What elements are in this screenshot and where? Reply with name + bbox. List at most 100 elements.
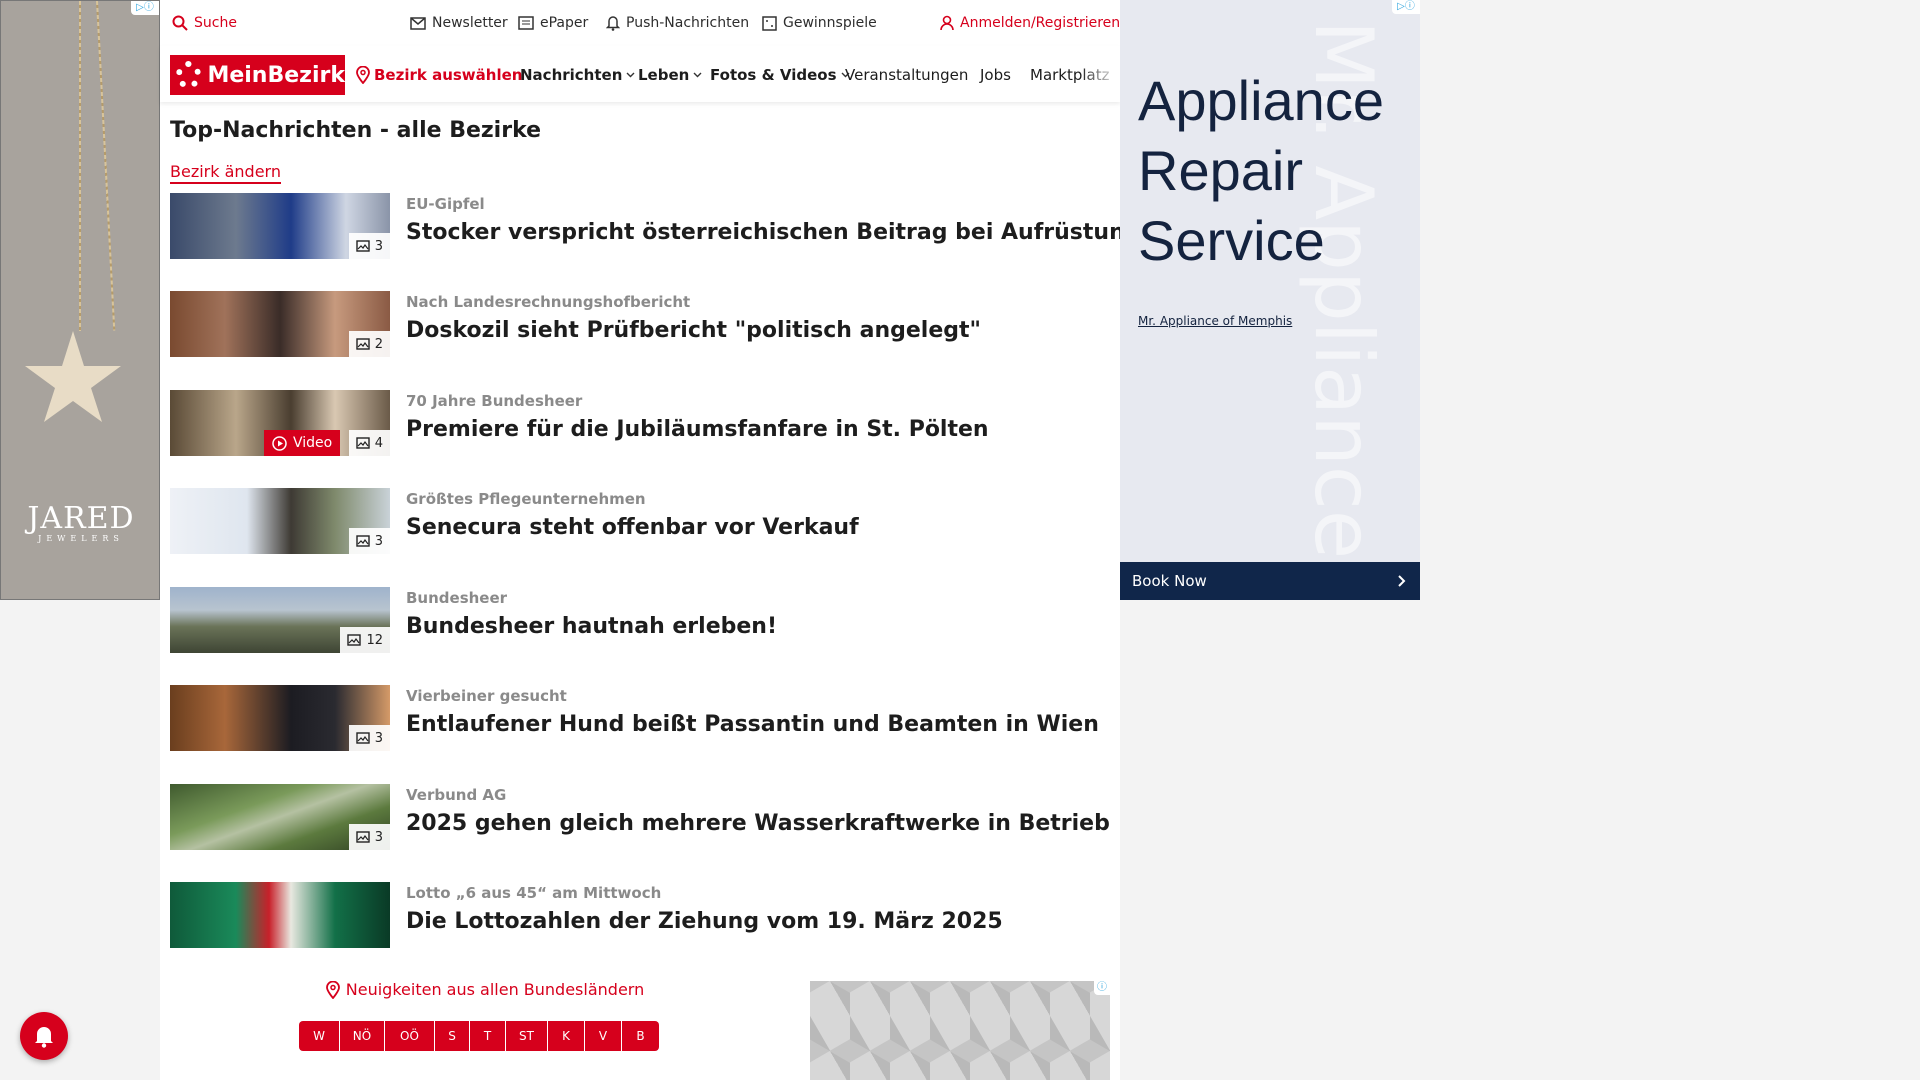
ad-headline: Appliance Repair Service bbox=[1138, 69, 1384, 272]
photo-count-badge: 3 bbox=[348, 824, 390, 850]
ad-cta-label: Book Now bbox=[1132, 572, 1207, 590]
article-headline[interactable]: Doskozil sieht Prüfbericht "politisch an… bbox=[406, 318, 981, 343]
photo-count-badge: 4 bbox=[348, 430, 390, 456]
bottom-ad-placeholder[interactable]: ⓘ bbox=[810, 981, 1110, 1080]
ad-sponsor-link[interactable]: Mr. Appliance of Memphis bbox=[1138, 314, 1292, 328]
epaper-label: ePaper bbox=[540, 15, 589, 31]
image-icon bbox=[356, 338, 370, 350]
article-item[interactable]: 3 Größtes Pflegeunternehmen Senecura ste… bbox=[170, 488, 1110, 556]
article-kicker: EU-Gipfel bbox=[406, 195, 485, 213]
photo-count-badge: 2 bbox=[348, 331, 390, 357]
video-badge[interactable]: Video bbox=[264, 430, 341, 456]
photo-count-badge: 3 bbox=[348, 233, 390, 259]
site-logo[interactable]: MeinBezirk bbox=[170, 55, 345, 95]
play-icon bbox=[272, 435, 287, 451]
regions-heading-label: Neuigkeiten aus allen Bundesländern bbox=[345, 980, 645, 999]
photo-count-badge: 12 bbox=[340, 627, 390, 653]
article-item[interactable]: 12 Bundesheer Bundesheer hautnah erleben… bbox=[170, 587, 1110, 655]
article-headline[interactable]: Stocker verspricht österreichischen Beit… bbox=[406, 220, 1140, 245]
chevron-down-icon bbox=[626, 72, 635, 78]
page-title: Top-Nachrichten - alle Bezirke bbox=[170, 118, 542, 143]
district-select-label: Bezirk auswählen bbox=[374, 66, 523, 84]
newspaper-icon bbox=[518, 16, 534, 30]
adchoices-icon[interactable]: ▷ⓘ bbox=[131, 1, 159, 15]
photo-count: 4 bbox=[374, 435, 383, 451]
change-district-link[interactable]: Bezirk ändern bbox=[170, 162, 281, 184]
login-link[interactable]: Anmelden/Registrieren bbox=[940, 15, 1120, 31]
article-headline[interactable]: Premiere für die Jubiläumsfanfare in St.… bbox=[406, 417, 989, 442]
district-select[interactable]: Bezirk auswählen bbox=[356, 66, 522, 84]
login-label: Anmelden/Registrieren bbox=[960, 15, 1121, 31]
ad-book-now-button[interactable]: Book Now bbox=[1120, 562, 1420, 600]
article-item[interactable]: 3 EU-Gipfel Stocker verspricht österreic… bbox=[170, 193, 1140, 261]
article-item[interactable]: Lotto „6 aus 45“ am Mittwoch Die Lottoza… bbox=[170, 882, 1110, 950]
nav-item-nachrichten[interactable]: Nachrichten bbox=[520, 66, 635, 84]
photo-count: 3 bbox=[374, 533, 383, 549]
adchoices-icon[interactable]: ⓘ bbox=[1094, 981, 1110, 995]
bell-icon bbox=[35, 1027, 53, 1048]
image-icon bbox=[356, 437, 370, 449]
article-kicker: Vierbeiner gesucht bbox=[406, 687, 567, 705]
image-icon bbox=[347, 634, 362, 646]
article-thumbnail[interactable]: 12 bbox=[170, 587, 390, 653]
nav-item-jobs[interactable]: Jobs bbox=[980, 66, 1011, 84]
starfish-pendant-graphic bbox=[25, 331, 121, 422]
region-button-noe[interactable]: NÖ bbox=[340, 1021, 385, 1051]
ad-brand-sub: JEWELERS bbox=[38, 534, 124, 543]
bell-icon bbox=[606, 16, 620, 31]
region-button-ooe[interactable]: OÖ bbox=[385, 1021, 435, 1051]
ad-brand: JARED bbox=[27, 501, 135, 536]
article-thumbnail[interactable]: Video 4 bbox=[170, 390, 390, 456]
article-thumbnail[interactable]: 3 bbox=[170, 488, 390, 554]
main-column: Suche Newsletter ePaper Push-Nachrichten… bbox=[160, 0, 1140, 1080]
notification-bell-button[interactable] bbox=[20, 1012, 68, 1060]
main-navigation: MeinBezirk Bezirk auswählen Nachrichten … bbox=[160, 46, 1120, 102]
region-button-v[interactable]: V bbox=[585, 1021, 622, 1051]
article-item[interactable]: 3 Verbund AG 2025 gehen gleich mehrere W… bbox=[170, 784, 1110, 852]
article-headline[interactable]: Entlaufener Hund beißt Passantin und Bea… bbox=[406, 712, 1099, 737]
article-thumbnail[interactable]: 2 bbox=[170, 291, 390, 357]
left-ad-banner[interactable]: JARED JEWELERS ▷ⓘ bbox=[0, 0, 160, 600]
region-button-b[interactable]: B bbox=[622, 1021, 659, 1051]
article-headline[interactable]: Bundesheer hautnah erleben! bbox=[406, 614, 777, 639]
article-thumbnail[interactable]: 3 bbox=[170, 193, 390, 259]
article-headline[interactable]: Die Lottozahlen der Ziehung vom 19. März… bbox=[406, 909, 1003, 934]
article-item[interactable]: 2 Nach Landesrechnungshofbericht Doskozi… bbox=[170, 291, 1110, 359]
nav-item-leben[interactable]: Leben bbox=[638, 66, 702, 84]
search-icon bbox=[172, 15, 188, 31]
epaper-link[interactable]: ePaper bbox=[518, 15, 588, 31]
logo-sun-icon bbox=[176, 61, 202, 89]
right-ad-banner[interactable]: Mr. Appliance of Appliance Repair Servic… bbox=[1120, 0, 1420, 600]
games-link[interactable]: Gewinnspiele bbox=[762, 15, 877, 31]
article-thumbnail[interactable]: 3 bbox=[170, 685, 390, 751]
region-button-st[interactable]: ST bbox=[506, 1021, 548, 1051]
nav-item-veranstaltungen[interactable]: Veranstaltungen bbox=[845, 66, 968, 84]
article-thumbnail[interactable]: 3 bbox=[170, 784, 390, 850]
nav-item-fotos-videos[interactable]: Fotos & Videos bbox=[710, 66, 850, 84]
article-item[interactable]: 3 Vierbeiner gesucht Entlaufener Hund be… bbox=[170, 685, 1110, 753]
newsletter-link[interactable]: Newsletter bbox=[410, 15, 508, 31]
top-utility-bar: Suche Newsletter ePaper Push-Nachrichten… bbox=[160, 0, 1120, 46]
article-kicker: Verbund AG bbox=[406, 786, 507, 804]
necklace-chain-graphic bbox=[79, 1, 81, 331]
image-icon bbox=[356, 240, 370, 252]
article-headline[interactable]: 2025 gehen gleich mehrere Wasserkraftwer… bbox=[406, 811, 1110, 836]
article-thumbnail[interactable] bbox=[170, 882, 390, 948]
nav-item-label: Nachrichten bbox=[520, 66, 623, 84]
newsletter-label: Newsletter bbox=[432, 15, 508, 31]
region-button-t[interactable]: T bbox=[470, 1021, 506, 1051]
article-item[interactable]: Video 4 70 Jahre Bundesheer Premiere für… bbox=[170, 390, 1110, 458]
region-button-s[interactable]: S bbox=[435, 1021, 470, 1051]
regions-heading: Neuigkeiten aus allen Bundesländern bbox=[320, 980, 650, 999]
search-link[interactable]: Suche bbox=[172, 15, 237, 31]
push-link[interactable]: Push-Nachrichten bbox=[606, 15, 749, 31]
photo-count-badge: 3 bbox=[348, 528, 390, 554]
article-kicker: Größtes Pflegeunternehmen bbox=[406, 490, 646, 508]
article-headline[interactable]: Senecura steht offenbar vor Verkauf bbox=[406, 515, 859, 540]
photo-count: 3 bbox=[374, 829, 383, 845]
adchoices-icon[interactable]: ▷ⓘ bbox=[1392, 0, 1420, 14]
nav-item-label: Jobs bbox=[980, 66, 1011, 84]
region-button-w[interactable]: W bbox=[299, 1021, 340, 1051]
region-button-k[interactable]: K bbox=[548, 1021, 585, 1051]
article-kicker: Bundesheer bbox=[406, 589, 508, 607]
